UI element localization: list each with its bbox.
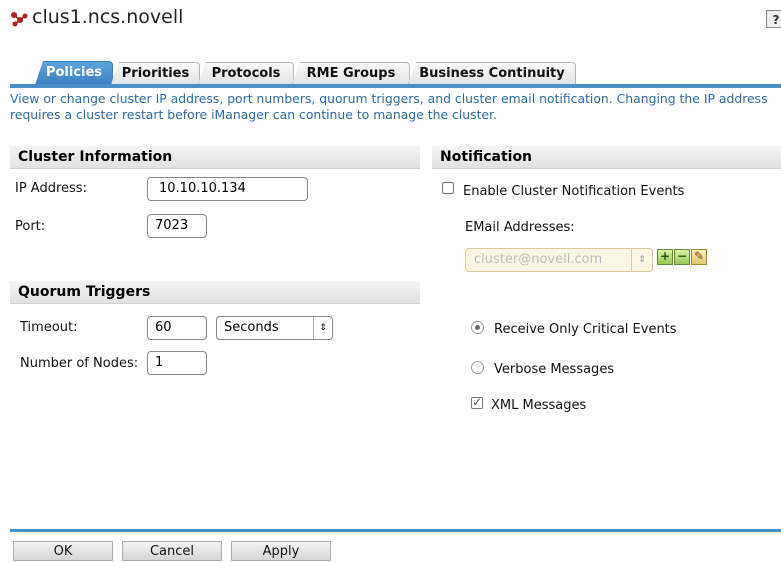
remove-icon[interactable]: −: [674, 249, 690, 265]
tab-rme-groups[interactable]: RME Groups: [292, 62, 410, 84]
page-description: View or change cluster IP address, port …: [10, 91, 768, 122]
ip-address-label: IP Address:: [15, 181, 87, 196]
xml-messages-checkbox[interactable]: [471, 395, 483, 409]
email-address-select[interactable]: cluster@novell.com ⇕: [465, 248, 653, 272]
cluster-information-header: Cluster Information: [10, 146, 420, 169]
cluster-icon: [11, 12, 28, 27]
page-title: clus1.ncs.novell: [32, 6, 184, 28]
number-of-nodes-label: Number of Nodes:: [20, 356, 139, 371]
xml-messages-label: XML Messages: [491, 398, 587, 413]
tab-underline: [10, 84, 781, 88]
help-button[interactable]: ?: [766, 10, 781, 28]
apply-button[interactable]: Apply: [231, 541, 331, 561]
email-addresses-label: EMail Addresses:: [465, 220, 575, 235]
port-input[interactable]: 7023: [147, 214, 207, 238]
ip-address-input[interactable]: 10.10.10.134: [147, 177, 308, 201]
tab-protocols[interactable]: Protocols: [198, 62, 294, 84]
tab-priorities[interactable]: Priorities: [111, 62, 200, 84]
number-of-nodes-input[interactable]: 1: [147, 351, 207, 375]
port-label: Port:: [15, 219, 46, 234]
email-address-value: cluster@novell.com: [474, 252, 603, 267]
timeout-label: Timeout:: [20, 320, 78, 335]
add-icon[interactable]: +: [657, 249, 673, 265]
ok-button[interactable]: OK: [13, 541, 113, 561]
footer-divider: [10, 529, 781, 532]
timeout-unit-select[interactable]: Seconds ⇕: [216, 316, 333, 340]
chevron-updown-icon: ⇕: [313, 317, 332, 339]
enable-notification-label: Enable Cluster Notification Events: [463, 184, 685, 199]
timeout-input[interactable]: 60: [147, 316, 207, 340]
enable-notification-checkbox[interactable]: [442, 182, 454, 194]
radio-verbose-messages-label: Verbose Messages: [494, 362, 615, 377]
edit-icon[interactable]: ✎: [691, 249, 707, 265]
tab-business-continuity[interactable]: Business Continuity: [408, 62, 576, 84]
cancel-button[interactable]: Cancel: [122, 541, 222, 561]
radio-critical-events-label: Receive Only Critical Events: [494, 322, 677, 337]
radio-critical-events[interactable]: [471, 321, 484, 334]
chevron-updown-icon: ⇕: [631, 249, 652, 271]
notification-header: Notification: [432, 146, 781, 169]
quorum-triggers-header: Quorum Triggers: [10, 281, 420, 304]
tab-policies[interactable]: Policies: [35, 61, 113, 85]
radio-verbose-messages[interactable]: [471, 361, 484, 374]
timeout-unit-value: Seconds: [224, 320, 279, 335]
